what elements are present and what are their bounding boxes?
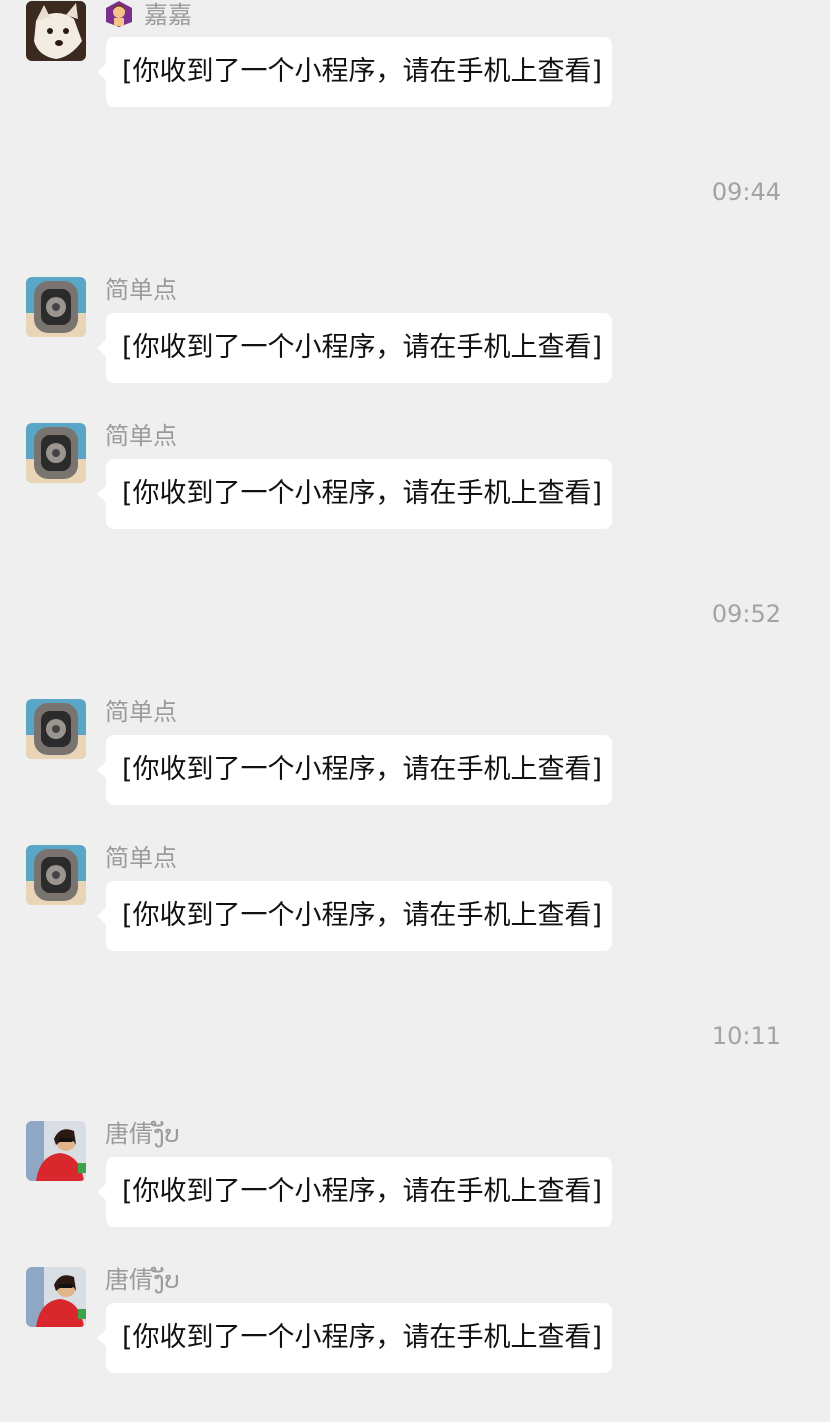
sender-name: 简单点	[105, 276, 177, 304]
timestamp: 10:11	[711, 1022, 781, 1050]
watch-avatar[interactable]	[26, 277, 86, 337]
watch-avatar[interactable]	[26, 423, 86, 483]
timestamp: 09:52	[711, 600, 781, 628]
woman-photo-avatar[interactable]	[26, 1267, 86, 1327]
sender-name: 唐倩ງັບ	[105, 1120, 180, 1148]
message-bubble[interactable]: [你收到了一个小程序，请在手机上查看]	[97, 1157, 612, 1227]
message-text: [你收到了一个小程序，请在手机上查看]	[122, 1176, 603, 1207]
message-text: [你收到了一个小程序，请在手机上查看]	[122, 478, 603, 509]
message-bubble[interactable]: [你收到了一个小程序，请在手机上查看]	[97, 735, 612, 805]
sender-name: 简单点	[105, 422, 177, 450]
timestamp: 09:44	[711, 178, 781, 206]
message-bubble[interactable]: [你收到了一个小程序，请在手机上查看]	[97, 1303, 612, 1373]
message-text: [你收到了一个小程序，请在手机上查看]	[122, 56, 603, 87]
message-text: [你收到了一个小程序，请在手机上查看]	[122, 1322, 603, 1353]
sender-name: 嘉嘉	[144, 1, 192, 29]
woman-gesturing-icon	[104, 0, 134, 28]
message-bubble[interactable]: [你收到了一个小程序，请在手机上查看]	[97, 37, 612, 107]
sender-name: 唐倩ງັບ	[105, 1266, 180, 1294]
message-bubble[interactable]: [你收到了一个小程序，请在手机上查看]	[97, 881, 612, 951]
message-bubble[interactable]: [你收到了一个小程序，请在手机上查看]	[97, 313, 612, 383]
dog-avatar[interactable]	[26, 1, 86, 61]
message-bubble[interactable]: [你收到了一个小程序，请在手机上查看]	[97, 459, 612, 529]
woman-photo-avatar[interactable]	[26, 1121, 86, 1181]
watch-avatar[interactable]	[26, 699, 86, 759]
sender-name: 简单点	[105, 698, 177, 726]
watch-avatar[interactable]	[26, 845, 86, 905]
message-text: [你收到了一个小程序，请在手机上查看]	[122, 754, 603, 785]
message-text: [你收到了一个小程序，请在手机上查看]	[122, 900, 603, 931]
sender-name: 简单点	[105, 844, 177, 872]
message-text: [你收到了一个小程序，请在手机上查看]	[122, 332, 603, 363]
